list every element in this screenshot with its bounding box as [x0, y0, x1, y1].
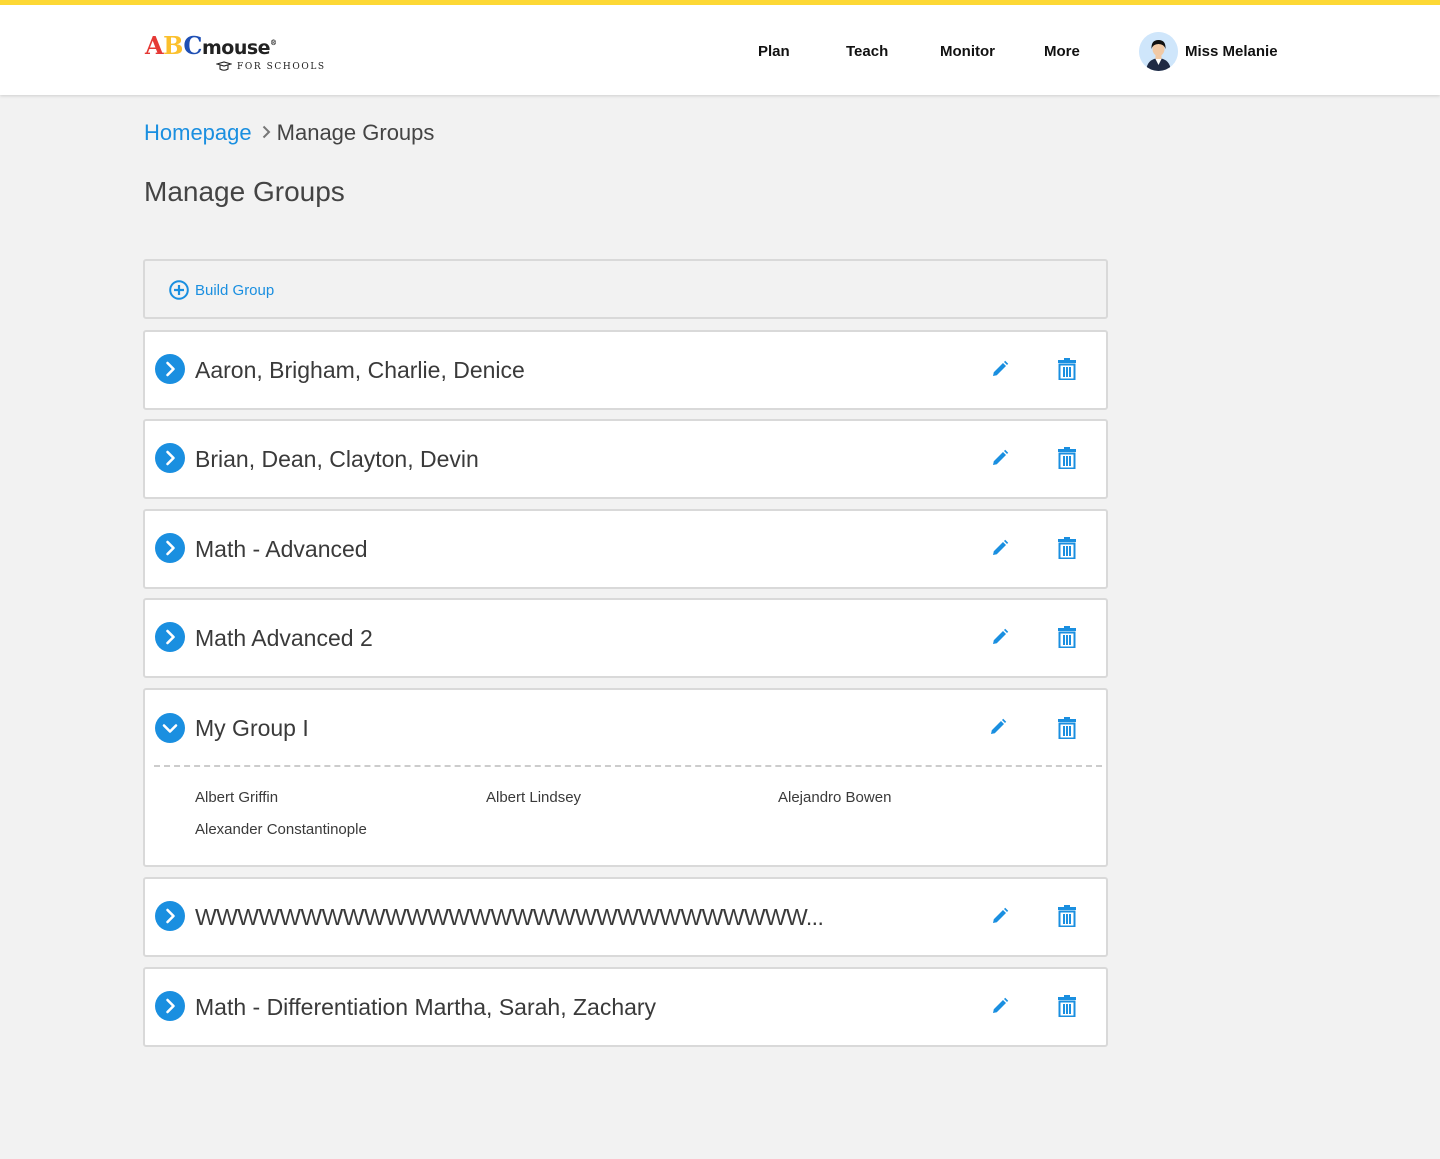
group-row: Brian, Dean, Clayton, Devin [143, 419, 1108, 499]
trash-icon[interactable] [1057, 717, 1077, 739]
group-member: Albert Griffin [195, 789, 279, 806]
trash-icon[interactable] [1057, 995, 1077, 1017]
trash-icon[interactable] [1057, 358, 1077, 380]
pencil-icon[interactable] [990, 359, 1010, 379]
group-row-expanded: My Group I Albert Griffin Albert Lindsey… [143, 688, 1108, 867]
nav-more[interactable]: More [1044, 43, 1080, 60]
group-name: Math - Differentiation Martha, Sarah, Za… [195, 994, 657, 1020]
pencil-icon[interactable] [990, 448, 1010, 468]
graduation-cap-icon [216, 61, 232, 71]
group-member: Alexander Constantinople [195, 821, 367, 838]
nav-plan[interactable]: Plan [758, 43, 790, 60]
chevron-right-circle-icon[interactable] [155, 533, 185, 563]
trash-icon[interactable] [1057, 447, 1077, 469]
trash-icon[interactable] [1057, 537, 1077, 559]
group-name: WWWWWWWWWWWWWWWWWWWWWWWWWWWWW... [195, 904, 824, 930]
group-row: Math - Differentiation Martha, Sarah, Za… [143, 967, 1108, 1047]
breadcrumb: Homepage Manage Groups [144, 120, 434, 146]
plus-circle-icon [169, 280, 189, 300]
build-group-bar: Build Group [143, 259, 1108, 319]
chevron-right-circle-icon[interactable] [155, 354, 185, 384]
group-name: Math Advanced 2 [195, 625, 373, 651]
build-group-button[interactable]: Build Group [169, 280, 274, 300]
nav-teach[interactable]: Teach [846, 43, 888, 60]
breadcrumb-current: Manage Groups [276, 120, 435, 145]
user-name[interactable]: Miss Melanie [1185, 43, 1278, 60]
group-row: Math - Advanced [143, 509, 1108, 589]
page-title: Manage Groups [144, 176, 345, 207]
group-name: Brian, Dean, Clayton, Devin [195, 446, 479, 472]
pencil-icon[interactable] [988, 717, 1008, 737]
top-navigation-bar: ABCmouse® FOR SCHOOLS Plan Teach Monitor… [0, 0, 1440, 95]
pencil-icon[interactable] [990, 538, 1010, 558]
pencil-icon[interactable] [990, 996, 1010, 1016]
group-member: Alejandro Bowen [778, 789, 892, 806]
trash-icon[interactable] [1057, 905, 1077, 927]
group-row: WWWWWWWWWWWWWWWWWWWWWWWWWWWWW... [143, 877, 1108, 957]
chevron-right-circle-icon[interactable] [155, 443, 185, 473]
nav-monitor[interactable]: Monitor [940, 43, 995, 60]
chevron-right-circle-icon[interactable] [155, 622, 185, 652]
chevron-down-circle-icon[interactable] [155, 713, 185, 743]
chevron-right-icon [262, 125, 271, 139]
user-avatar[interactable] [1139, 32, 1178, 71]
group-divider [154, 765, 1102, 767]
group-row: Math Advanced 2 [143, 598, 1108, 678]
logo-wordmark: ABCmouse® [145, 31, 277, 60]
group-row: Aaron, Brigham, Charlie, Denice [143, 330, 1108, 410]
build-group-label: Build Group [195, 281, 275, 299]
group-name: Math - Advanced [195, 536, 368, 562]
abcmouse-logo[interactable]: ABCmouse® FOR SCHOOLS [145, 31, 325, 77]
breadcrumb-home-link[interactable]: Homepage [144, 120, 252, 145]
teacher-avatar-icon [1139, 32, 1178, 71]
group-member: Albert Lindsey [486, 789, 582, 806]
pencil-icon[interactable] [990, 906, 1010, 926]
chevron-right-circle-icon[interactable] [155, 991, 185, 1021]
logo-subtitle: FOR SCHOOLS [237, 62, 326, 72]
chevron-right-circle-icon[interactable] [155, 901, 185, 931]
trash-icon[interactable] [1057, 626, 1077, 648]
group-name: My Group I [195, 715, 309, 741]
group-name: Aaron, Brigham, Charlie, Denice [195, 357, 525, 383]
pencil-icon[interactable] [990, 627, 1010, 647]
